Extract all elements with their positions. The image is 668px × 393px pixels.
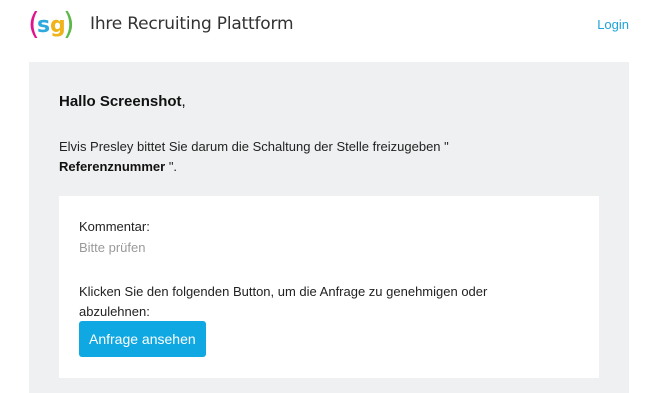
email-panel: Hallo Screenshot, Elvis Presley bittet S… [29, 62, 629, 393]
greeting-punct: , [181, 93, 186, 110]
view-request-button[interactable]: Anfrage ansehen [79, 321, 206, 357]
login-link[interactable]: Login [597, 17, 629, 32]
reference-number: Referenznummer [59, 159, 166, 174]
sg-logo: ( s g ) [28, 7, 72, 42]
greeting: Hallo Screenshot, [59, 93, 186, 110]
greeting-name: Hallo Screenshot [59, 93, 182, 110]
message-text: Elvis Presley bittet Sie darum die Schal… [59, 139, 449, 154]
comment-label: Kommentar: [79, 219, 150, 234]
svg-text:s: s [37, 13, 50, 38]
message-end: ". [165, 159, 178, 174]
brand-title: Ihre Recruiting Plattform [90, 14, 294, 34]
header: ( s g ) Ihre Recruiting Plattform Login [0, 0, 668, 52]
comment-card: Kommentar: Bitte prüfen Klicken Sie den … [59, 196, 599, 378]
svg-text:): ) [63, 7, 72, 42]
approval-message: Elvis Presley bittet Sie darum die Schal… [59, 137, 579, 177]
instruction-text: Klicken Sie den folgenden Button, um die… [79, 284, 488, 319]
comment-value: Bitte prüfen [79, 240, 146, 255]
